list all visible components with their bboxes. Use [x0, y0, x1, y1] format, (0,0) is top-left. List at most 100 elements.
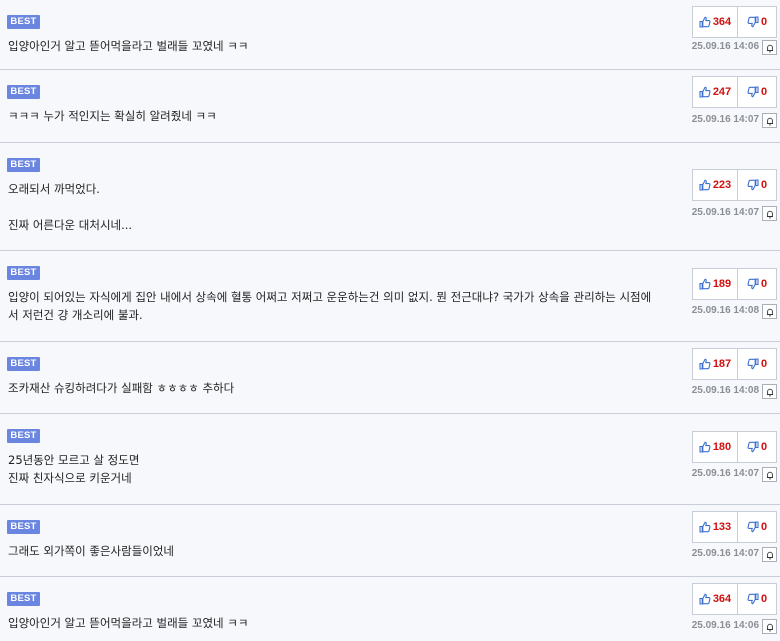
downvote-count: 0 — [760, 16, 768, 28]
notify-button[interactable] — [762, 206, 777, 221]
bell-icon — [766, 117, 773, 126]
downvote-count: 0 — [760, 441, 768, 453]
thumbs-up-icon — [699, 593, 711, 605]
vote-group: 364 0 — [692, 583, 777, 615]
comment-date: 25.09.16 14:06 — [691, 41, 759, 52]
downvote-count: 0 — [760, 179, 768, 191]
downvote-count: 0 — [760, 358, 768, 370]
best-badge: BEST — [7, 85, 40, 99]
downvote-button[interactable]: 0 — [737, 76, 777, 108]
comment-item: BEST 조카재산 슈킹하려다가 실패함 ㅎㅎㅎㅎ 추하다 187 0 25.0… — [0, 342, 780, 414]
upvote-button[interactable]: 247 — [692, 76, 738, 108]
comment-text: 입양아인거 알고 뜯어먹을라고 벌래들 꼬였네 ㅋㅋ — [8, 616, 249, 630]
bell-icon — [766, 471, 773, 480]
comment-item: BEST 오래되서 까먹었다. 진짜 어른다운 대처시네... 223 0 25… — [0, 143, 780, 251]
upvote-button[interactable]: 364 — [692, 583, 738, 615]
comment-item: BEST 입양아인거 알고 뜯어먹을라고 벌래들 꼬였네 ㅋㅋ 364 0 25… — [0, 0, 780, 70]
notify-button[interactable] — [762, 40, 777, 55]
downvote-button[interactable]: 0 — [737, 583, 777, 615]
comment-date: 25.09.16 14:08 — [691, 385, 759, 396]
thumbs-down-icon — [747, 16, 759, 28]
upvote-button[interactable]: 223 — [692, 169, 738, 201]
vote-group: 187 0 — [692, 348, 777, 380]
downvote-button[interactable]: 0 — [737, 268, 777, 300]
comment-text: 그래도 외가쪽이 좋은사람들이었네 — [8, 544, 175, 558]
bell-icon — [766, 44, 773, 53]
thumbs-down-icon — [747, 278, 759, 290]
comment-date: 25.09.16 14:07 — [691, 114, 759, 125]
thumbs-up-icon — [699, 441, 711, 453]
comment-date: 25.09.16 14:06 — [691, 620, 759, 631]
thumbs-down-icon — [747, 593, 759, 605]
notify-button[interactable] — [762, 467, 777, 482]
best-badge: BEST — [7, 592, 40, 606]
downvote-button[interactable]: 0 — [737, 511, 777, 543]
downvote-button[interactable]: 0 — [737, 169, 777, 201]
comment-item: BEST 25년동안 모르고 살 정도면 진짜 친자식으로 키운거네 180 0… — [0, 414, 780, 505]
best-badge: BEST — [7, 520, 40, 534]
vote-group: 189 0 — [692, 268, 777, 300]
upvote-count: 364 — [712, 16, 732, 28]
bell-icon — [766, 623, 773, 632]
thumbs-down-icon — [747, 441, 759, 453]
notify-button[interactable] — [762, 304, 777, 319]
upvote-count: 187 — [712, 358, 732, 370]
comment-item: BEST 입양아인거 알고 뜯어먹을라고 벌래들 꼬였네 ㅋㅋ 364 0 25… — [0, 577, 780, 641]
notify-button[interactable] — [762, 547, 777, 562]
comment-item: BEST 입양이 되어있는 자식에게 집안 내에서 상속에 혈통 어쩌고 저쩌고… — [0, 251, 780, 342]
thumbs-up-icon — [699, 521, 711, 533]
upvote-button[interactable]: 187 — [692, 348, 738, 380]
upvote-count: 189 — [712, 278, 732, 290]
downvote-count: 0 — [760, 521, 768, 533]
best-badge: BEST — [7, 15, 40, 29]
bell-icon — [766, 308, 773, 317]
bell-icon — [766, 210, 773, 219]
upvote-count: 133 — [712, 521, 732, 533]
downvote-button[interactable]: 0 — [737, 431, 777, 463]
best-badge: BEST — [7, 158, 40, 172]
thumbs-down-icon — [747, 358, 759, 370]
upvote-count: 180 — [712, 441, 732, 453]
comment-list: BEST 입양아인거 알고 뜯어먹을라고 벌래들 꼬였네 ㅋㅋ 364 0 25… — [0, 0, 780, 641]
thumbs-down-icon — [747, 521, 759, 533]
upvote-button[interactable]: 189 — [692, 268, 738, 300]
comment-text: 오래되서 까먹었다. 진짜 어른다운 대처시네... — [8, 182, 133, 232]
thumbs-up-icon — [699, 278, 711, 290]
comment-text: 25년동안 모르고 살 정도면 진짜 친자식으로 키운거네 — [8, 453, 140, 485]
best-badge: BEST — [7, 429, 40, 443]
upvote-count: 364 — [712, 593, 732, 605]
best-badge: BEST — [7, 357, 40, 371]
comment-date: 25.09.16 14:07 — [691, 207, 759, 218]
thumbs-down-icon — [747, 86, 759, 98]
comment-text: 입양아인거 알고 뜯어먹을라고 벌래들 꼬였네 ㅋㅋ — [8, 39, 249, 53]
vote-group: 180 0 — [692, 431, 777, 463]
comment-text: 조카재산 슈킹하려다가 실패함 ㅎㅎㅎㅎ 추하다 — [8, 381, 235, 395]
comment-date: 25.09.16 14:07 — [691, 548, 759, 559]
comment-item: BEST ㅋㅋㅋ 누가 적인지는 확실히 알려줬네 ㅋㅋ 247 0 25.09… — [0, 70, 780, 143]
vote-group: 133 0 — [692, 511, 777, 543]
downvote-button[interactable]: 0 — [737, 348, 777, 380]
thumbs-up-icon — [699, 86, 711, 98]
downvote-button[interactable]: 0 — [737, 6, 777, 38]
thumbs-up-icon — [699, 179, 711, 191]
comment-text: 입양이 되어있는 자식에게 집안 내에서 상속에 혈통 어쩌고 저쩌고 운운하는… — [8, 290, 652, 322]
notify-button[interactable] — [762, 619, 777, 634]
best-badge: BEST — [7, 266, 40, 280]
bell-icon — [766, 551, 773, 560]
downvote-count: 0 — [760, 278, 768, 290]
upvote-count: 223 — [712, 179, 732, 191]
upvote-button[interactable]: 364 — [692, 6, 738, 38]
vote-group: 247 0 — [692, 76, 777, 108]
thumbs-up-icon — [699, 16, 711, 28]
notify-button[interactable] — [762, 384, 777, 399]
thumbs-up-icon — [699, 358, 711, 370]
upvote-button[interactable]: 133 — [692, 511, 738, 543]
vote-group: 364 0 — [692, 6, 777, 38]
comment-item: BEST 그래도 외가쪽이 좋은사람들이었네 133 0 25.09.16 14… — [0, 505, 780, 577]
upvote-button[interactable]: 180 — [692, 431, 738, 463]
notify-button[interactable] — [762, 113, 777, 128]
upvote-count: 247 — [712, 86, 732, 98]
downvote-count: 0 — [760, 86, 768, 98]
comment-date: 25.09.16 14:08 — [691, 305, 759, 316]
downvote-count: 0 — [760, 593, 768, 605]
